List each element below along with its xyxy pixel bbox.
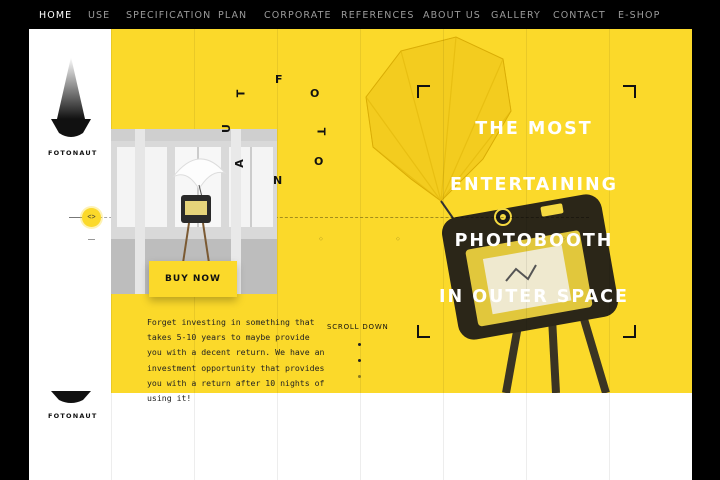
curved-letter: T (234, 89, 248, 98)
grid-line (526, 29, 527, 480)
grid-mark: ◇ (396, 236, 400, 242)
grid-line (277, 29, 278, 480)
nav-item-home[interactable]: HOME (39, 10, 72, 21)
nav-item-specification[interactable]: SPECIFICATION (126, 10, 211, 21)
curved-letter: O (310, 87, 320, 100)
headline-line: ENTERTAINING (450, 175, 618, 195)
curved-letter: O (314, 155, 324, 168)
brand-name-footer: FOTONAUT (48, 412, 98, 420)
frame-corner (623, 85, 636, 98)
headline-line: THE MOST (475, 119, 593, 139)
curved-letter: N (273, 174, 283, 187)
nav-item-plan[interactable]: PLAN (218, 10, 247, 21)
arrows-left-right-icon[interactable]: <> (82, 208, 101, 227)
nav-item-corporate[interactable]: CORPORATE (264, 10, 332, 21)
curved-letter: T (314, 127, 328, 136)
buy-now-button[interactable]: BUY NOW (149, 261, 237, 297)
rocket-logo-icon (51, 391, 91, 403)
curved-letter: A (232, 159, 246, 168)
hero-body-text: Forget investing in something that takes… (147, 317, 325, 404)
frame-corner (623, 325, 636, 338)
nav-item-e-shop[interactable]: E-SHOP (618, 10, 660, 21)
fotonaut-logo[interactable] (49, 57, 93, 148)
nav-item-about-us[interactable]: ABOUT US (423, 10, 481, 21)
headline-line: IN OUTER SPACE (439, 287, 629, 307)
brand-name: FOTONAUT (48, 149, 98, 157)
curved-letter: F (275, 73, 283, 86)
scroll-down-link[interactable]: SCROLL DOWN (327, 323, 389, 331)
nav-item-use[interactable]: USE (88, 10, 110, 21)
headline-line: PHOTOBOOTH (454, 231, 614, 251)
slider-tick (88, 239, 95, 240)
pagination-dot[interactable] (358, 375, 361, 378)
grid-line (443, 29, 444, 480)
grid-mark: ◇ (319, 236, 323, 242)
photobooth-icon (441, 194, 619, 340)
top-navigation: HOME USE SPECIFICATION PLAN CORPORATE RE… (0, 0, 720, 29)
nav-item-gallery[interactable]: GALLERY (491, 10, 541, 21)
page-frame: FOTONAUT FOTONAUT <> ◇ ◇ ◇ BUY NOW Forge… (29, 29, 692, 480)
grid-line (609, 29, 610, 480)
rocket-logo-icon (51, 57, 91, 137)
pagination-dot[interactable] (358, 343, 361, 346)
frame-corner (417, 85, 430, 98)
curved-letter: U (219, 124, 233, 133)
frame-corner (417, 325, 430, 338)
nav-item-contact[interactable]: CONTACT (553, 10, 606, 21)
grid-line (360, 29, 361, 480)
pagination-dot[interactable] (358, 359, 361, 362)
nav-item-references[interactable]: REFERENCES (341, 10, 414, 21)
